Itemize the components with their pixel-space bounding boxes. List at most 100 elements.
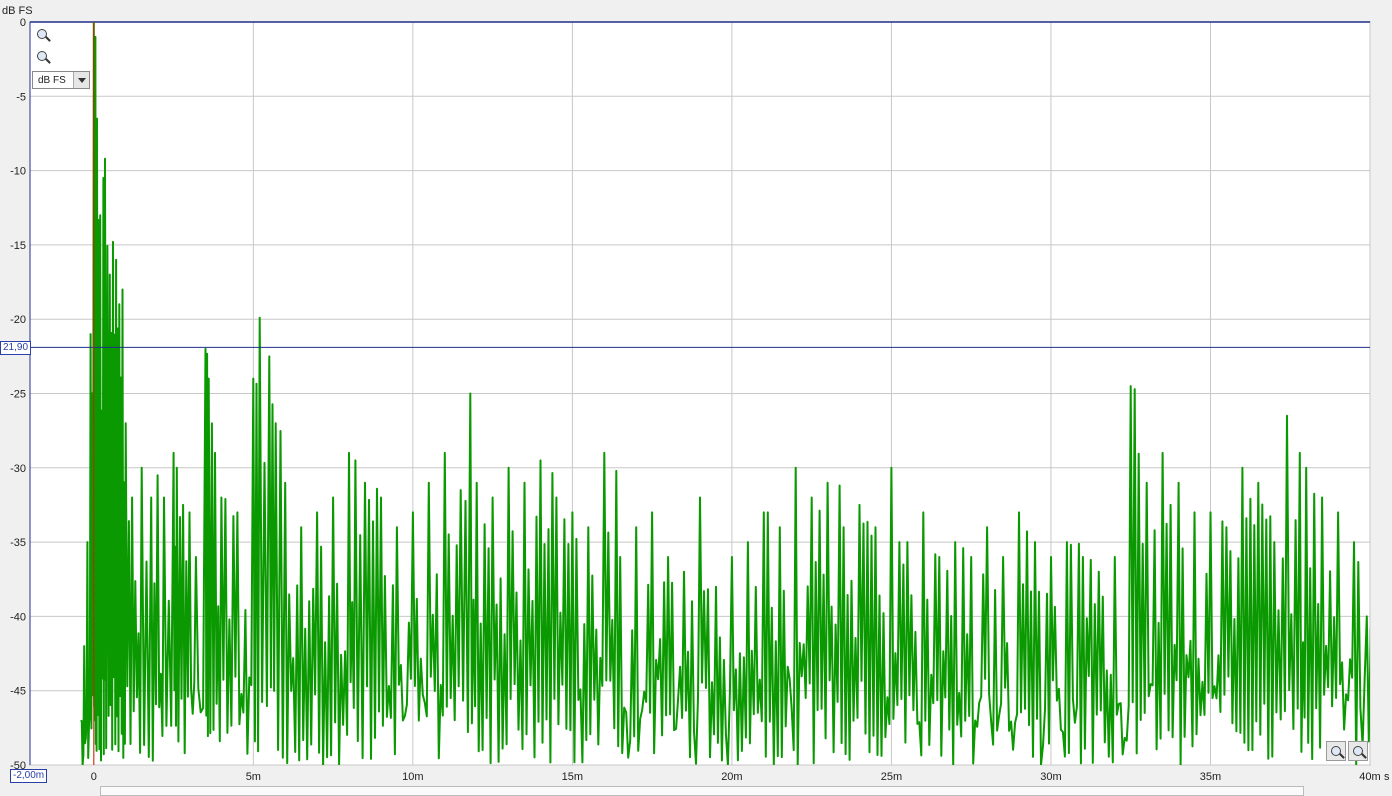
zoom-in-icon [37,29,47,39]
trace-peak-point [492,496,494,499]
trace-peak-point [236,511,238,513]
zoom-out-icon [37,51,47,61]
trace-peak-point [1098,571,1100,573]
trace-peak-point [1225,526,1228,528]
trace-peak-point [121,288,124,291]
x-tick-label: 35m [1200,771,1221,783]
x-tick-label: 40m [1359,771,1380,783]
trace-peak-point [1114,556,1116,558]
trace-peak-point [115,259,117,261]
trace-peak-point [102,177,104,179]
trace-peak-point [104,158,106,160]
trace-peak-point [1337,511,1339,513]
trace-peak-point [157,474,159,476]
y-tick-label: -45 [10,686,26,698]
x-axis-unit-label: s [1384,771,1390,783]
trace-peak-point [555,496,558,499]
trace-peak-point [118,303,120,305]
trace-peak-point [1050,556,1052,558]
trace-peak-point [182,504,184,506]
zoom-in-horizontal-button[interactable] [1348,741,1368,761]
trace-peak-point [112,241,114,243]
trace-peak-point [469,392,471,395]
trace-peak-point [731,556,733,558]
trace-peak-point [811,496,813,499]
trace-peak-point [1177,482,1180,484]
zoom-out-vertical-button[interactable] [33,47,51,65]
trace-peak-point [906,541,908,543]
y-tick-label: -25 [10,389,26,401]
trace-peak-point [412,511,414,513]
trace-peak-point [954,541,956,543]
trace-peak-point [1066,541,1068,543]
x-cursor-readout[interactable]: -2,00m [10,769,48,783]
y-tick-label: -30 [10,463,26,475]
trace-peak-point [1034,541,1036,543]
y-tick-label: -5 [16,91,26,103]
trace-peak-point [619,556,621,558]
trace-peak-point [1299,452,1301,454]
trace-peak-point [428,482,430,484]
trace-peak-point [667,556,669,558]
impulse-response-chart[interactable]: 0-5-10-15-20-25-30-35-40-45-500 5m 10m 15m 2… [0,0,1392,791]
zoom-out-horizontal-button[interactable] [1326,741,1346,761]
trace-peak-point [1162,452,1164,454]
y-cursor-readout[interactable]: 21,90 [0,341,32,355]
trace-peak-point [1257,482,1259,484]
trace-peak-point [874,526,877,528]
trace-peak-point [316,511,318,513]
x-tick-label: 0 [91,771,97,783]
trace-peak-point [460,489,462,491]
trace-peak-point [163,496,165,499]
trace-peak-point [1366,615,1368,618]
trace-peak-point [96,117,98,120]
trace-peak-point [332,496,334,499]
trace-peak-point [1209,511,1212,513]
x-tick-label: 30m [1040,771,1061,783]
trace-peak-point [80,719,82,722]
trace-peak-point [208,378,210,380]
trace-peak-point [348,452,350,454]
trace-peak-point [842,526,845,528]
trace-peak-point [172,452,175,454]
horizontal-scrollbar[interactable] [100,786,1304,796]
y-axis-unit-label: dB FS [2,5,33,17]
trace-peak-point [150,496,152,499]
y-tick-label: -40 [10,611,26,623]
trace-peak-point [1130,385,1132,387]
trace-peak-point [747,541,749,543]
trace-peak-point [300,526,302,528]
y-unit-select[interactable]: dB FS [32,71,90,89]
trace-peak-point [90,333,92,335]
trace-peak-point [220,496,223,499]
trace-peak-point [204,348,207,350]
trace-peak-point [275,422,277,424]
trace-peak-point [571,511,573,513]
trace-peak-point [890,467,893,469]
trace-peak-point [259,317,261,319]
trace-peak-point [1146,482,1148,484]
zoom-in-vertical-button[interactable] [33,25,51,43]
trace-peak-point [99,214,101,216]
zoom-in-icon [1353,746,1363,756]
trace-peak-point [1321,496,1323,499]
trace-peak-point [779,526,781,528]
x-tick-label: 5m [246,771,261,783]
trace-peak-point [268,355,270,357]
trace-peak-point [125,422,127,424]
x-tick-label: 25m [881,771,902,783]
trace-peak-point [86,541,89,543]
trace-peak-point [827,482,829,484]
trace-peak-point [380,496,382,499]
trace-peak-point [635,526,637,528]
y-tick-label: -20 [10,314,26,326]
trace-peak-point [763,511,765,513]
trace-peak-point [83,645,85,647]
trace-peak-point [651,511,653,513]
trace-peak-point [507,467,510,469]
trace-peak-point [444,452,446,454]
trace-peak-point [922,511,924,513]
trace-peak-point [176,467,178,469]
trace-peak-point [683,571,685,573]
trace-peak-point [715,586,717,588]
